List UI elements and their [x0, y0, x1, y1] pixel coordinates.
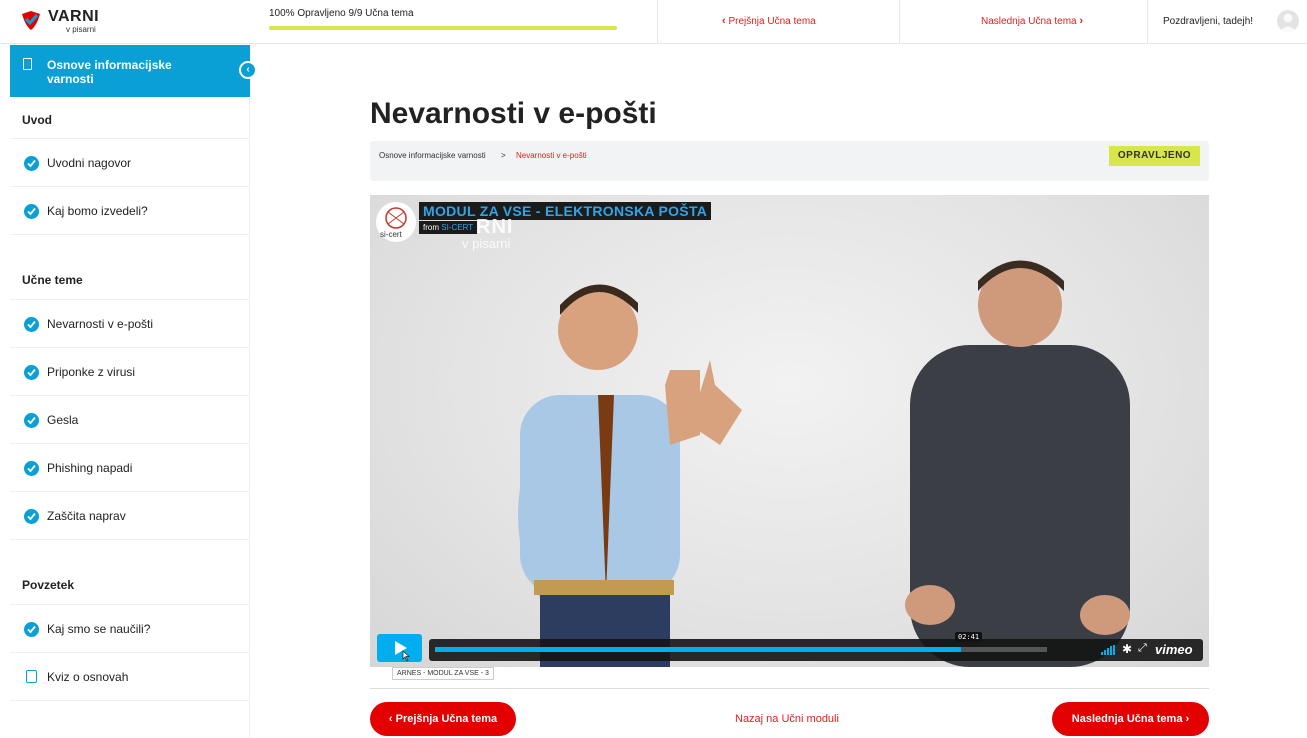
sidebar-item-gesla[interactable]: Gesla: [10, 396, 250, 444]
sidebar-item-label: Phishing napadi: [47, 461, 133, 475]
quiz-icon: [26, 670, 37, 683]
sidebar-item-label: Gesla: [47, 413, 79, 427]
document-icon: [23, 58, 32, 70]
course-header[interactable]: Osnove informacijske varnosti: [10, 45, 250, 97]
vimeo-logo[interactable]: vimeo: [1155, 642, 1193, 657]
sidebar-item-priponke[interactable]: Priponke z virusi: [10, 348, 250, 396]
si-cert-logo-text: si-cert: [380, 230, 402, 239]
section-title: Učne teme: [22, 273, 83, 287]
check-circle-icon: [24, 413, 39, 428]
divider: [899, 0, 900, 44]
breadcrumb: Osnove informacijske varnosti > Nevarnos…: [370, 141, 1209, 181]
sidebar-item-label: Kaj bomo izvedeli?: [47, 204, 148, 218]
logo-tagline: v pisarni: [66, 25, 96, 34]
sidebar-item-kaj-smo-se-naucili[interactable]: Kaj smo se naučili?: [10, 605, 250, 653]
breadcrumb-current[interactable]: Nevarnosti v e-pošti: [516, 151, 587, 160]
user-greeting[interactable]: Pozdravljeni, tadejh!: [1163, 16, 1253, 27]
next-topic-button[interactable]: Naslednja Učna tema ›: [1052, 702, 1209, 736]
sidebar-item-label: Kviz o osnovah: [47, 670, 129, 684]
sidebar-item-nevarnosti[interactable]: Nevarnosti v e-pošti: [10, 300, 250, 348]
video-still-image: [518, 260, 1130, 667]
next-topic-button-label: Naslednja Učna tema: [1071, 713, 1183, 725]
sidebar-item-label: Uvodni nagovor: [47, 156, 132, 170]
video-watermark-sub: v pisarni: [462, 236, 511, 251]
progress-bar: [269, 26, 617, 30]
check-circle-icon: [24, 204, 39, 219]
video-source[interactable]: from SI-CERT: [419, 221, 478, 234]
course-title: Osnove informacijske varnosti: [47, 58, 172, 86]
prev-topic-button[interactable]: ‹ Prejšnja Učna tema: [370, 702, 516, 736]
prev-topic-link[interactable]: ‹ Prejšnja Učna tema: [722, 15, 816, 27]
course-progress: 100% Opravljeno 9/9 Učna tema: [269, 8, 619, 30]
play-icon: [395, 641, 410, 662]
volume-icon[interactable]: [1101, 645, 1115, 655]
user-icon: [1279, 13, 1297, 32]
chevron-right-icon: ›: [1079, 15, 1084, 27]
video-caption: ARNES - MODUL ZA VSE - 3: [392, 667, 494, 680]
section-title: Uvod: [22, 113, 52, 127]
breadcrumb-course-link[interactable]: Osnove informacijske varnosti: [379, 151, 486, 160]
shield-logo-icon: [22, 11, 40, 30]
next-topic-link[interactable]: Naslednja Učna tema ›: [981, 15, 1083, 27]
avatar[interactable]: [1277, 10, 1299, 32]
seek-bar-fill: [435, 647, 961, 652]
logo[interactable]: VARNI v pisarni: [20, 7, 130, 37]
divider: [1147, 0, 1148, 44]
video-controls[interactable]: ✱ ⤢ vimeo: [429, 639, 1203, 661]
si-cert-logo[interactable]: si-cert: [376, 202, 416, 242]
check-circle-icon: [24, 317, 39, 332]
next-topic-label: Naslednja Učna tema: [981, 16, 1077, 27]
progress-fill: [269, 26, 617, 30]
prev-topic-label: Prejšnja Učna tema: [728, 16, 816, 27]
collapse-sidebar-button[interactable]: ‹: [239, 61, 257, 79]
sidebar-item-label: Priponke z virusi: [47, 365, 136, 379]
progress-text: 100% Opravljeno 9/9 Učna tema: [269, 8, 414, 19]
video-source-name: SI-CERT: [441, 223, 474, 232]
check-circle-icon: [24, 622, 39, 637]
sidebar: Osnove informacijske varnosti ‹ Uvod Uvo…: [10, 45, 257, 738]
video-title[interactable]: MODUL ZA VSE - ELEKTRONSKA POŠTA: [419, 202, 712, 220]
video-player[interactable]: si-cert MODUL ZA VSE - ELEKTRONSKA POŠTA…: [370, 195, 1209, 667]
chevron-right-icon: ›: [1185, 713, 1190, 725]
check-circle-icon: [24, 461, 39, 476]
logo-name: VARNI: [48, 8, 100, 25]
status-badge: OPRAVLJENO: [1109, 146, 1200, 166]
settings-gear-icon[interactable]: ✱: [1122, 642, 1132, 656]
sidebar-item-phishing[interactable]: Phishing napadi: [10, 444, 250, 492]
divider: [657, 0, 658, 44]
chevron-left-icon: ‹: [388, 713, 396, 725]
sidebar-item-zascita[interactable]: Zaščita naprav: [10, 492, 250, 540]
fullscreen-icon[interactable]: ⤢: [1138, 642, 1147, 655]
check-circle-icon: [24, 509, 39, 524]
play-button[interactable]: [377, 634, 422, 662]
sidebar-item-label: Nevarnosti v e-pošti: [47, 317, 154, 331]
top-bar: VARNI v pisarni 100% Opravljeno 9/9 Učna…: [0, 0, 1307, 44]
sidebar-item-kviz[interactable]: Kviz o osnovah: [10, 653, 250, 701]
sidebar-item-label: Zaščita naprav: [47, 509, 126, 523]
breadcrumb-separator: >: [501, 151, 506, 160]
prev-topic-button-label: Prejšnja Učna tema: [395, 713, 498, 725]
chevron-left-icon: ‹: [722, 15, 726, 27]
back-to-modules-link[interactable]: Nazaj na Učni moduli: [735, 713, 839, 725]
page-title: Nevarnosti v e-pošti: [370, 97, 657, 130]
check-circle-icon: [24, 365, 39, 380]
sidebar-item-label: Kaj smo se naučili?: [47, 622, 151, 636]
check-circle-icon: [24, 156, 39, 171]
video-from-label: from: [423, 223, 439, 232]
sidebar-item-kaj-bomo-izvedeli[interactable]: Kaj bomo izvedeli?: [10, 187, 250, 235]
sidebar-item-uvodni-nagovor[interactable]: Uvodni nagovor: [10, 139, 250, 187]
section-title: Povzetek: [22, 578, 75, 592]
divider: [370, 688, 1209, 689]
